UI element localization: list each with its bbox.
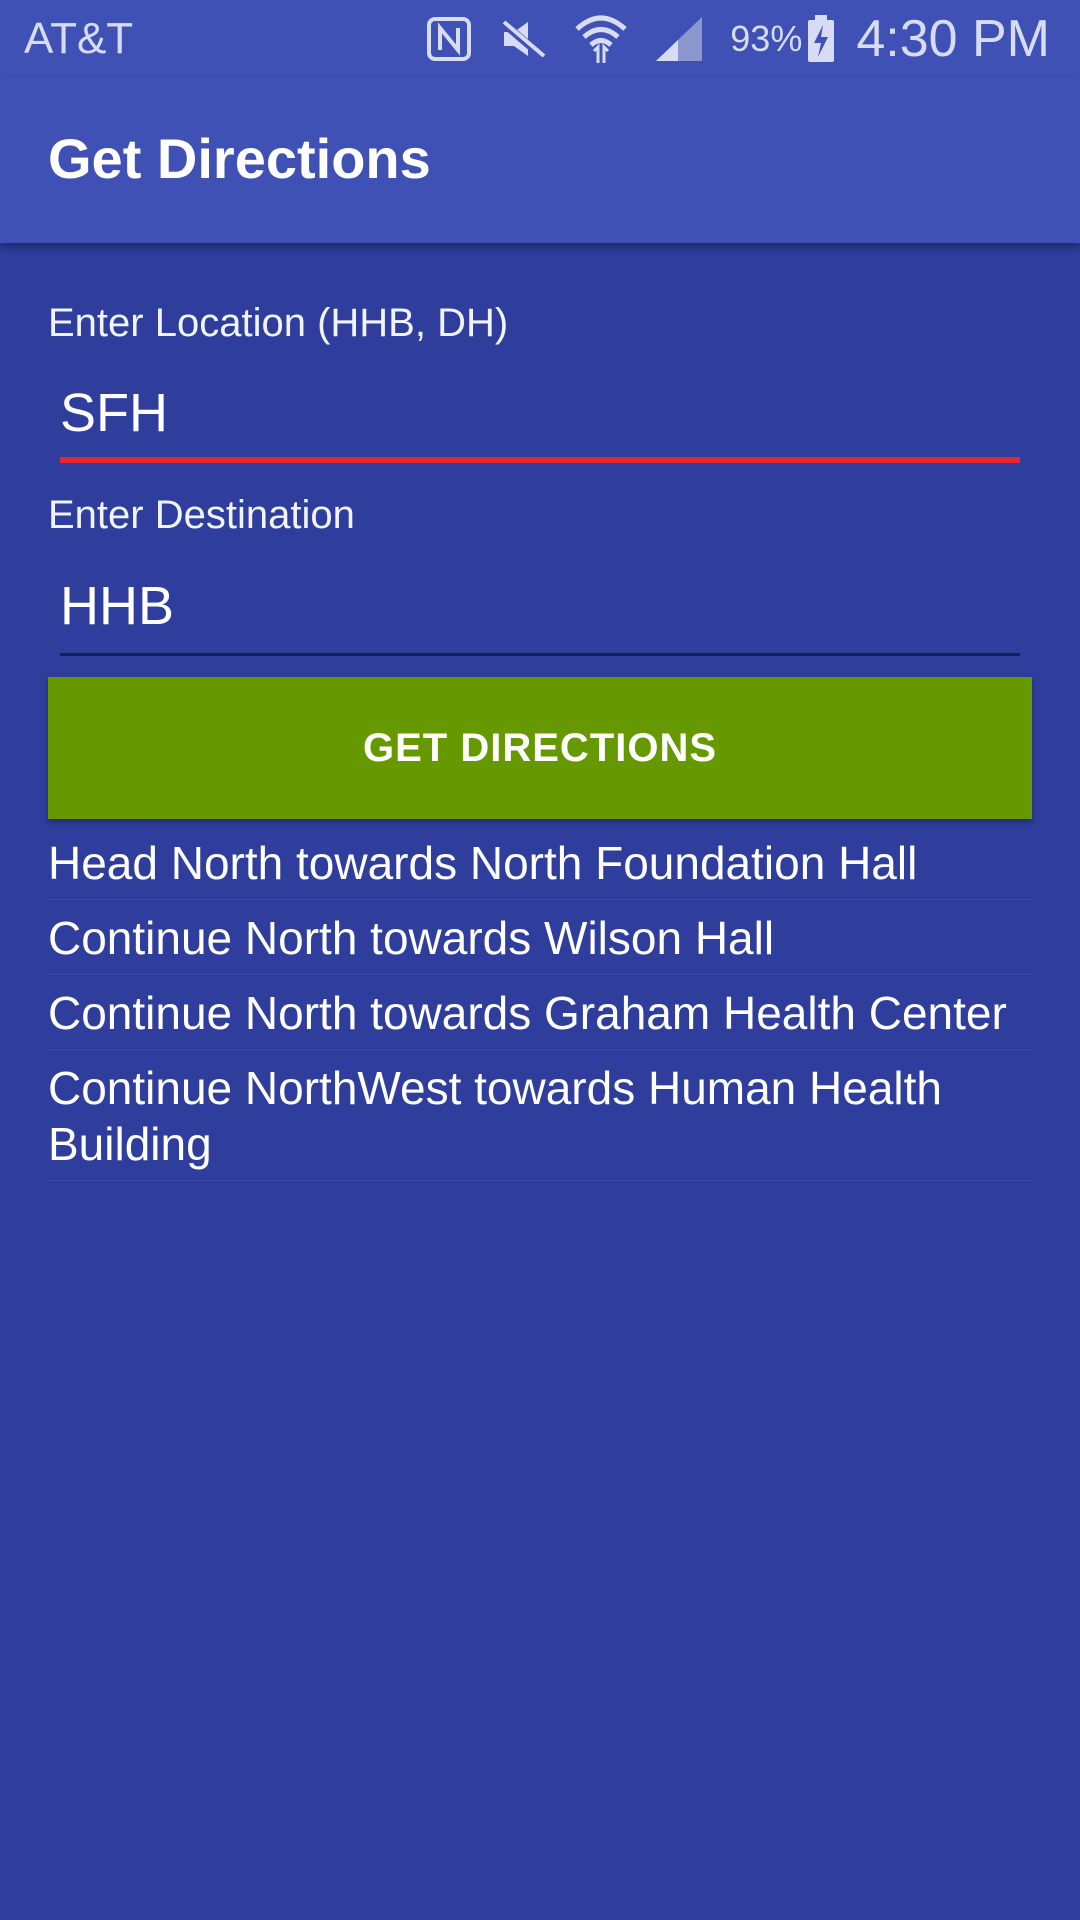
battery-charging-icon	[806, 14, 836, 64]
mute-icon	[498, 16, 548, 62]
location-field-container	[60, 373, 1020, 463]
directions-list: Head North towards North Foundation Hall…	[48, 825, 1032, 1181]
wifi-icon	[574, 13, 628, 65]
clock: 4:30 PM	[856, 10, 1050, 68]
location-underline	[60, 457, 1020, 463]
list-item[interactable]: Head North towards North Foundation Hall	[48, 825, 1032, 900]
list-item[interactable]: Continue North towards Graham Health Cen…	[48, 975, 1032, 1050]
battery-percent: 93%	[730, 18, 803, 59]
carrier-name: AT&T	[24, 14, 134, 63]
directions-form: Enter Location (HHB, DH) Enter Destinati…	[0, 243, 1080, 1920]
destination-label: Enter Destination	[48, 493, 355, 537]
app-bar: Get Directions	[0, 78, 1080, 243]
list-item[interactable]: Continue NorthWest towards Human Health …	[48, 1050, 1032, 1181]
location-label: Enter Location (HHB, DH)	[48, 301, 509, 345]
nfc-icon	[426, 16, 472, 62]
status-bar: AT&T 93% 4:30 PM	[0, 0, 1080, 78]
list-item[interactable]: Continue North towards Wilson Hall	[48, 900, 1032, 975]
status-icons: 93% 4:30 PM	[426, 8, 1050, 70]
signal-icon	[654, 15, 704, 63]
destination-underline	[60, 653, 1020, 656]
location-input[interactable]	[60, 373, 1020, 453]
destination-field-container	[60, 566, 1020, 656]
get-directions-button[interactable]: GET DIRECTIONS	[48, 677, 1032, 819]
page-title: Get Directions	[48, 127, 431, 190]
destination-input[interactable]	[60, 566, 1020, 646]
